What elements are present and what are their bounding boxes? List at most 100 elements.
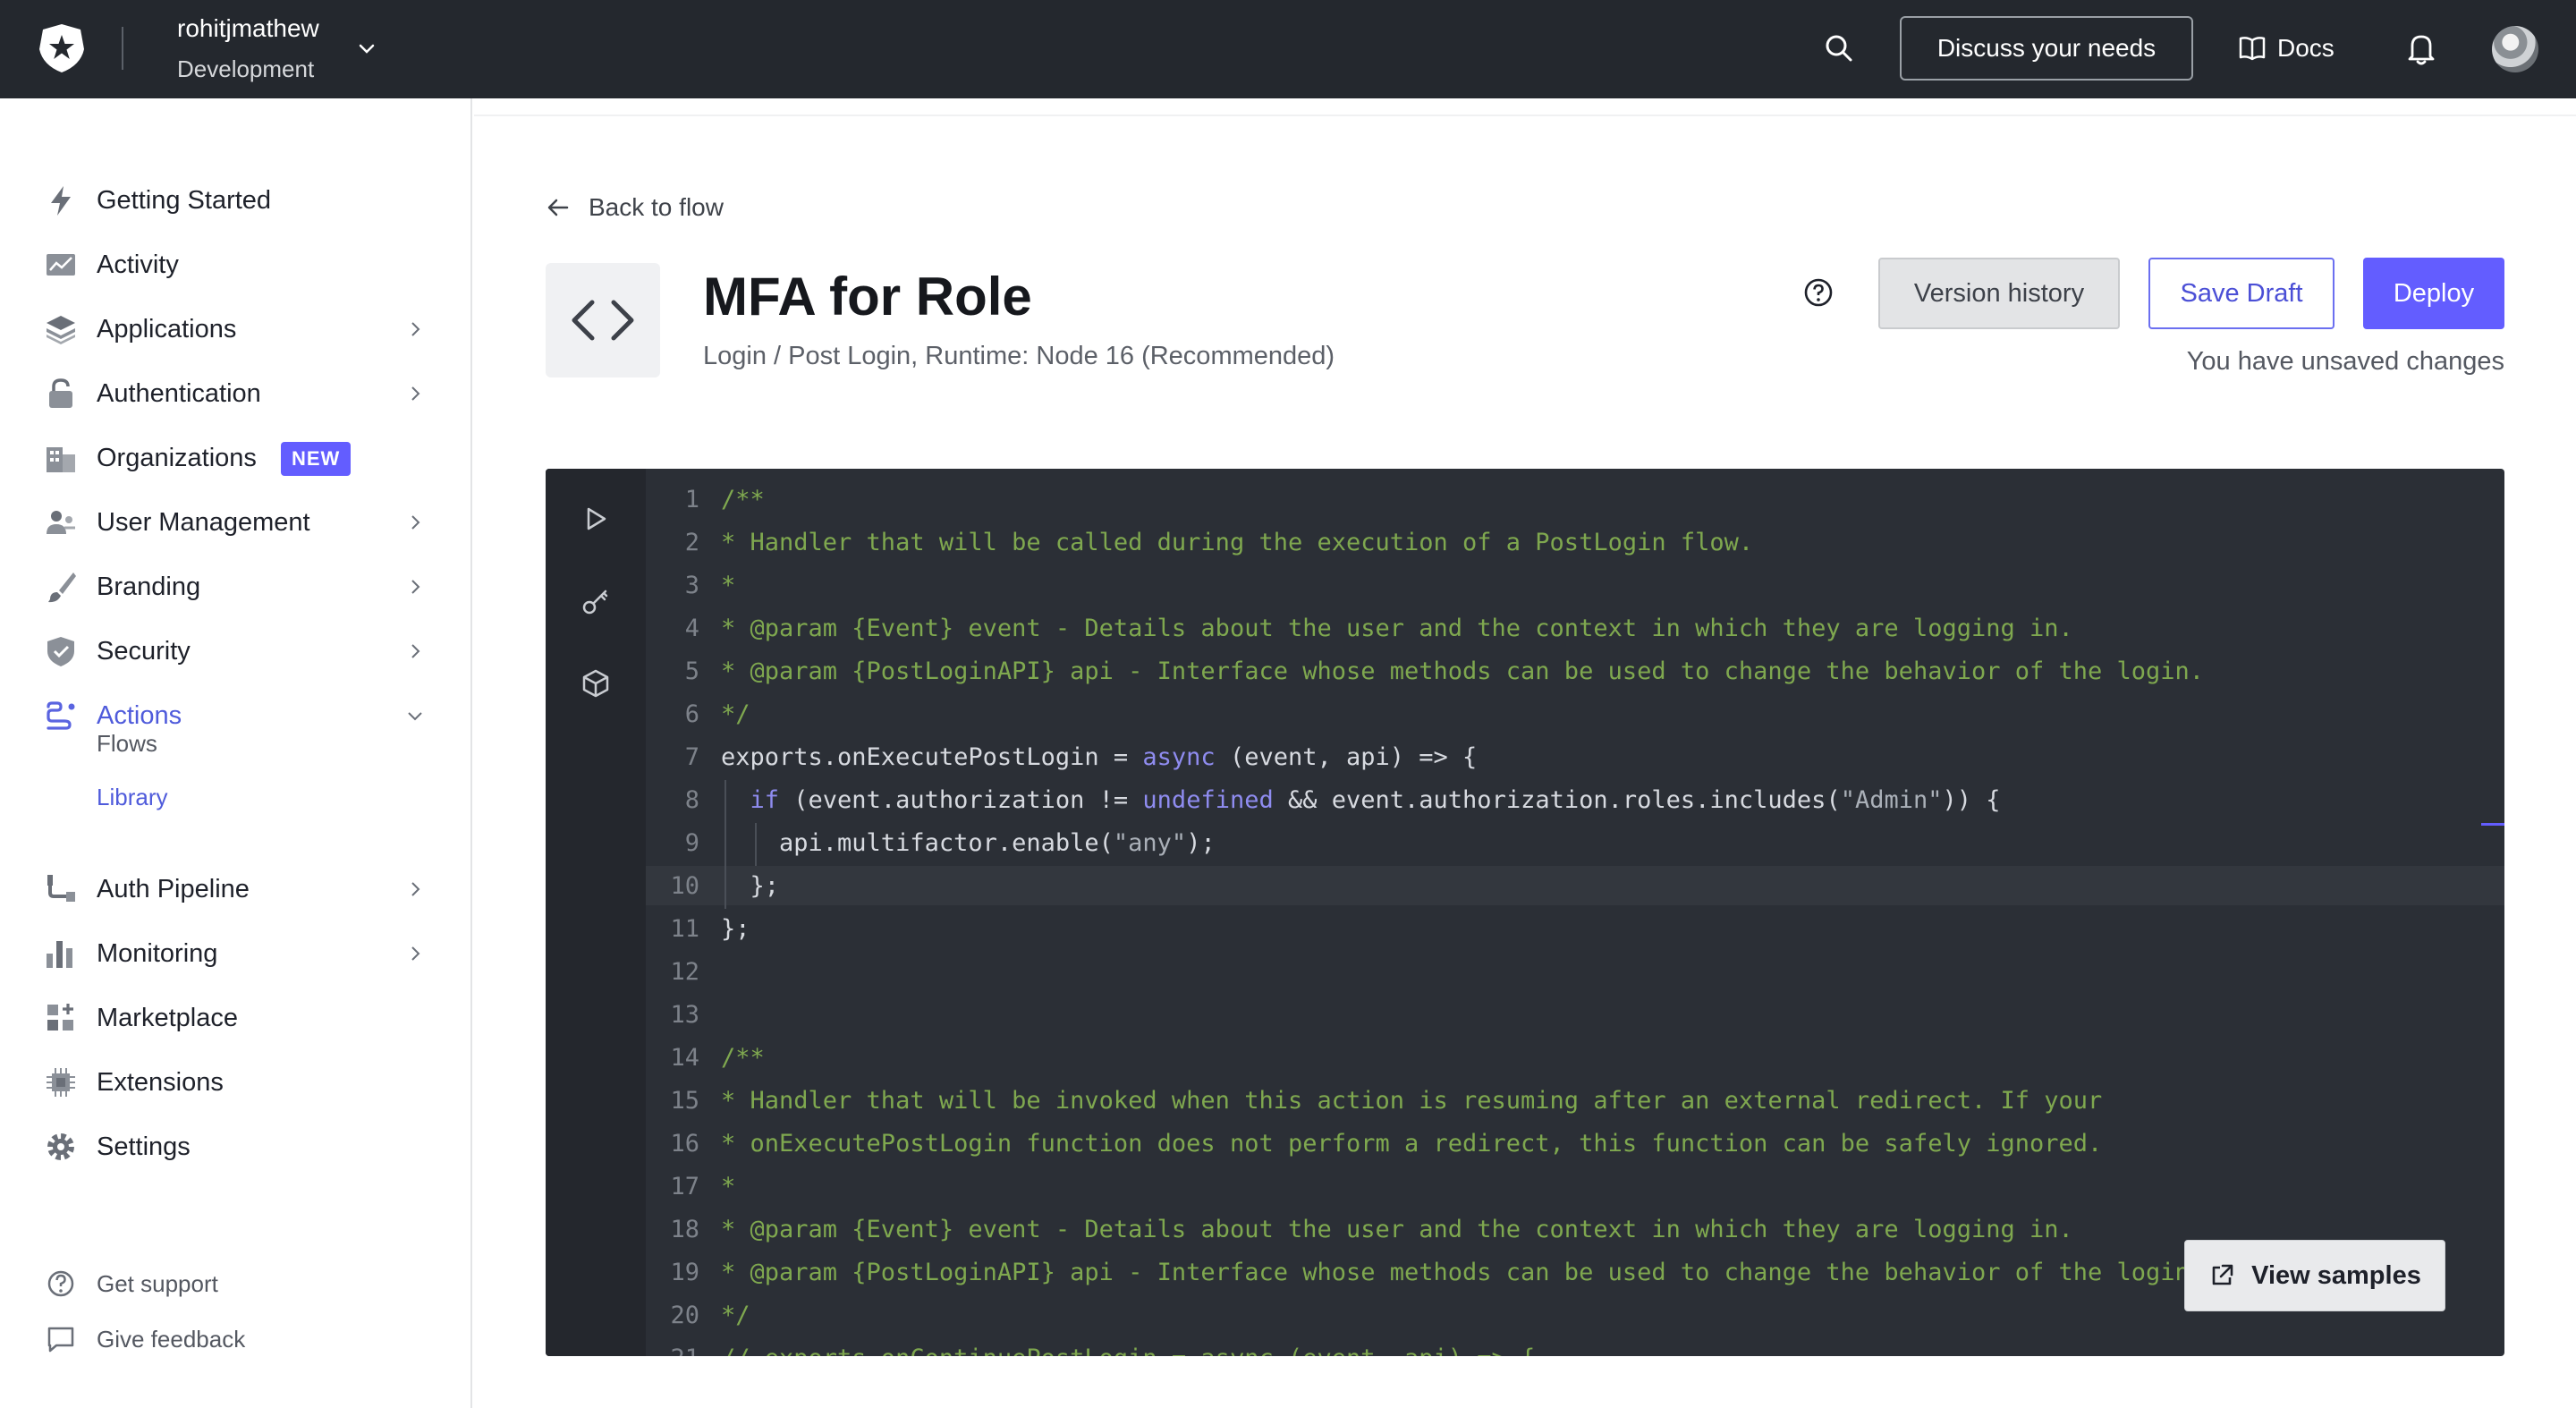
- code-line[interactable]: 8 if (event.authorization != undefined &…: [646, 780, 2504, 819]
- code-line[interactable]: 6 */: [646, 694, 2504, 734]
- help-circle-icon[interactable]: [1803, 277, 1834, 308]
- help-circle-icon: [47, 1270, 74, 1297]
- bell-icon[interactable]: [2404, 30, 2438, 66]
- sidebar: Getting Started Activity Applications Au…: [0, 98, 472, 1408]
- indent-guide: [724, 780, 726, 909]
- code-line[interactable]: 16 * onExecutePostLogin function does not…: [646, 1124, 2504, 1163]
- code-line[interactable]: 17 *: [646, 1166, 2504, 1206]
- chevron-down-icon[interactable]: [356, 38, 377, 59]
- line-number: 9: [684, 828, 699, 857]
- user-avatar[interactable]: [2492, 26, 2538, 72]
- line-number: 6: [684, 700, 699, 728]
- chevron-right-icon: [411, 644, 420, 658]
- code-line[interactable]: 10 };: [646, 866, 2504, 905]
- sidebar-item-label: Auth Pipeline: [97, 874, 250, 903]
- save-draft-button[interactable]: Save Draft: [2148, 258, 2334, 329]
- code-line[interactable]: 3 *: [646, 565, 2504, 605]
- sidebar-item-label: User Management: [97, 507, 310, 537]
- code-line[interactable]: 12: [646, 952, 2504, 991]
- sidebar-item-marketplace[interactable]: Marketplace: [0, 991, 470, 1045]
- code-editor[interactable]: 1 /** 2 * Handler that will be called durin…: [546, 469, 2504, 1356]
- view-samples-button[interactable]: View samples: [2184, 1240, 2445, 1311]
- sidebar-item-settings[interactable]: Settings: [0, 1120, 470, 1174]
- code-line[interactable]: 2 * Handler that will be called during th…: [646, 522, 2504, 562]
- chevron-right-icon: [411, 580, 420, 594]
- indent-guide: [755, 823, 757, 866]
- code-line[interactable]: 9 api.multifactor.enable("any");: [646, 823, 2504, 862]
- auth0-logo-icon[interactable]: [38, 22, 86, 74]
- topbar-divider: [122, 27, 123, 70]
- sidebar-item-security[interactable]: Security: [0, 624, 470, 678]
- sidebar-item-authentication[interactable]: Authentication: [0, 367, 470, 420]
- pipeline-icon: [47, 875, 75, 902]
- view-samples-label: View samples: [2251, 1260, 2421, 1290]
- building-icon: [47, 447, 75, 472]
- sidebar-subitem-flows[interactable]: Flows: [97, 730, 157, 758]
- layers-icon: [47, 316, 75, 344]
- line-number: 2: [684, 528, 699, 556]
- discuss-needs-button[interactable]: Discuss your needs: [1900, 16, 2193, 81]
- line-number: 19: [670, 1258, 699, 1286]
- code-line[interactable]: 21 // exports.onContinuePostLogin = async…: [646, 1338, 2504, 1357]
- package-icon[interactable]: [580, 667, 612, 700]
- editor-toolbar: [546, 469, 646, 1356]
- sidebar-item-branding[interactable]: Branding: [0, 560, 470, 614]
- page-title: MFA for Role: [703, 267, 1032, 327]
- sidebar-item-activity[interactable]: Activity: [0, 238, 470, 292]
- key-icon[interactable]: [580, 585, 612, 617]
- chevron-right-icon: [411, 322, 420, 336]
- line-number: 1: [684, 485, 699, 513]
- code-text: *: [721, 571, 736, 599]
- line-number: 3: [684, 571, 699, 599]
- code-text: * Handler that will be invoked when this…: [721, 1086, 2103, 1115]
- search-icon[interactable]: [1823, 32, 1855, 64]
- sidebar-item-organizations[interactable]: Organizations NEW: [0, 431, 470, 485]
- sidebar-item-user-management[interactable]: User Management: [0, 496, 470, 549]
- get-support-link[interactable]: Get support: [0, 1261, 470, 1306]
- line-number: 13: [670, 1000, 699, 1029]
- line-number: 18: [670, 1215, 699, 1243]
- code-line[interactable]: 1 /**: [646, 479, 2504, 519]
- code-line[interactable]: 7 exports.onExecutePostLogin = async (eve…: [646, 737, 2504, 776]
- chevron-right-icon: [411, 882, 420, 896]
- code-text: * @param {PostLoginAPI} api - Interface …: [721, 657, 2205, 685]
- sidebar-item-label: Security: [97, 636, 191, 666]
- code-area[interactable]: 1 /** 2 * Handler that will be called durin…: [646, 469, 2504, 1356]
- version-history-button[interactable]: Version history: [1878, 258, 2120, 329]
- code-text: * onExecutePostLogin function does not p…: [721, 1129, 2103, 1158]
- sidebar-item-applications[interactable]: Applications: [0, 302, 470, 356]
- sidebar-item-actions[interactable]: Actions: [0, 689, 470, 742]
- give-feedback-link[interactable]: Give feedback: [0, 1317, 470, 1361]
- code-line[interactable]: 15 * Handler that will be invoked when th…: [646, 1081, 2504, 1120]
- unsaved-changes-notice: You have unsaved changes: [2186, 347, 2504, 376]
- sidebar-item-auth-pipeline[interactable]: Auth Pipeline: [0, 862, 470, 916]
- code-text: /**: [721, 1043, 765, 1072]
- code-line[interactable]: 13: [646, 995, 2504, 1034]
- sidebar-item-extensions[interactable]: Extensions: [0, 1056, 470, 1109]
- code-line[interactable]: 11};: [646, 909, 2504, 948]
- docs-link[interactable]: Docs: [2238, 30, 2334, 66]
- sidebar-item-getting-started[interactable]: Getting Started: [0, 174, 470, 227]
- back-to-flow-link[interactable]: Back to flow: [546, 190, 724, 225]
- line-number: 14: [670, 1043, 699, 1072]
- code-text: * @param {Event} event - Details about t…: [721, 1215, 2073, 1243]
- code-line[interactable]: 4 * @param {Event} event - Details about …: [646, 608, 2504, 648]
- chevron-down-icon: [408, 712, 422, 721]
- tenant-switcher[interactable]: rohitjmathew Development: [177, 13, 319, 81]
- code-text: * @param {Event} event - Details about t…: [721, 614, 2073, 642]
- code-text: */: [721, 700, 750, 728]
- play-icon[interactable]: [580, 503, 612, 535]
- sidebar-item-monitoring[interactable]: Monitoring: [0, 927, 470, 980]
- sidebar-item-label: Monitoring: [97, 938, 218, 968]
- chip-icon: [47, 1068, 75, 1097]
- code-line[interactable]: 14 /**: [646, 1038, 2504, 1077]
- top-bar: rohitjmathew Development Discuss your ne…: [0, 0, 2576, 98]
- code-text: exports.onExecutePostLogin = async (even…: [721, 742, 1478, 771]
- lightning-icon: [51, 186, 71, 216]
- users-icon: [47, 511, 75, 534]
- deploy-button[interactable]: Deploy: [2363, 258, 2504, 329]
- code-line[interactable]: 5 * @param {PostLoginAPI} api - Interface…: [646, 651, 2504, 691]
- sidebar-subitem-library[interactable]: Library: [97, 784, 167, 811]
- sidebar-item-label: Organizations: [97, 443, 257, 472]
- code-text: };: [721, 914, 750, 943]
